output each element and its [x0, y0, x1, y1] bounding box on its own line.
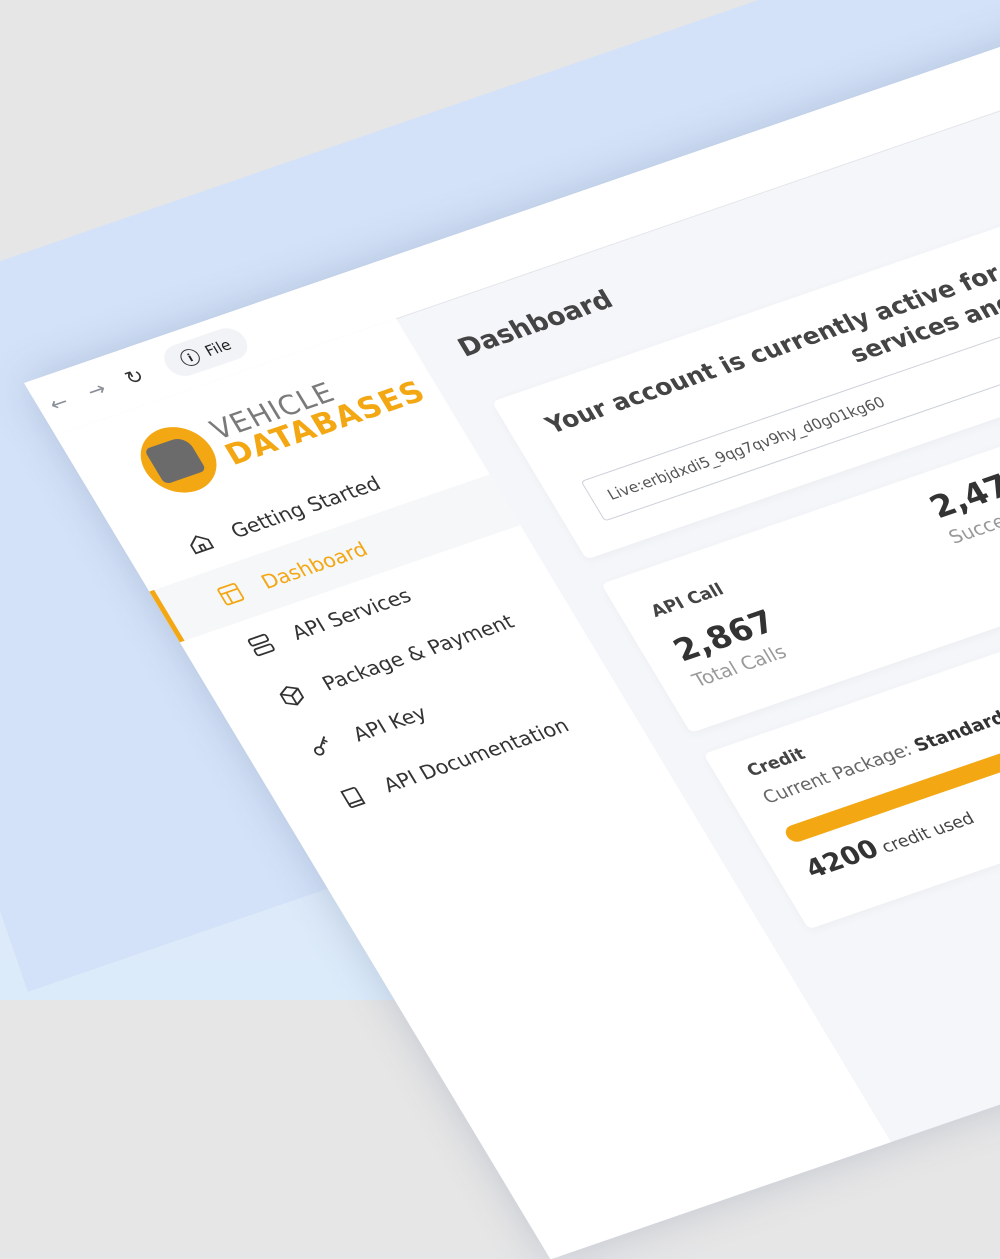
box-icon — [279, 686, 305, 706]
sidebar-item-label: API Key — [348, 700, 432, 747]
book-icon — [340, 787, 366, 808]
credit-used-value: 4200 — [800, 834, 885, 885]
api-call-label: API Call — [647, 580, 728, 622]
address-label: File — [201, 335, 235, 360]
package-name: Standard — [910, 707, 1000, 757]
credit-used-label: credit used — [877, 808, 979, 858]
key-icon — [313, 736, 328, 756]
page-title: Dashboard — [452, 285, 619, 364]
info-icon: i — [176, 346, 204, 369]
home-icon — [190, 535, 215, 555]
dashboard-icon — [217, 583, 245, 606]
server-icon — [247, 633, 275, 657]
